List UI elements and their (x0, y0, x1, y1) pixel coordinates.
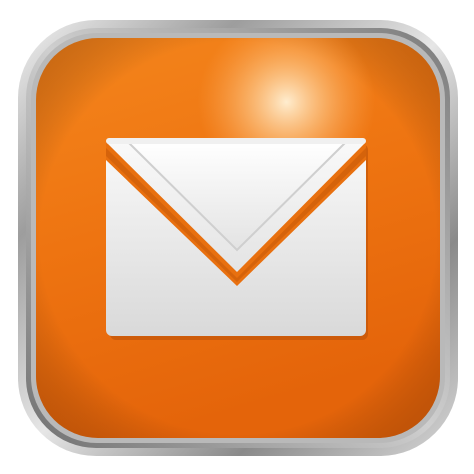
mail-app-icon[interactable] (0, 0, 474, 474)
mail-envelope-icon (18, 20, 458, 456)
envelope-top-edge (106, 138, 366, 144)
